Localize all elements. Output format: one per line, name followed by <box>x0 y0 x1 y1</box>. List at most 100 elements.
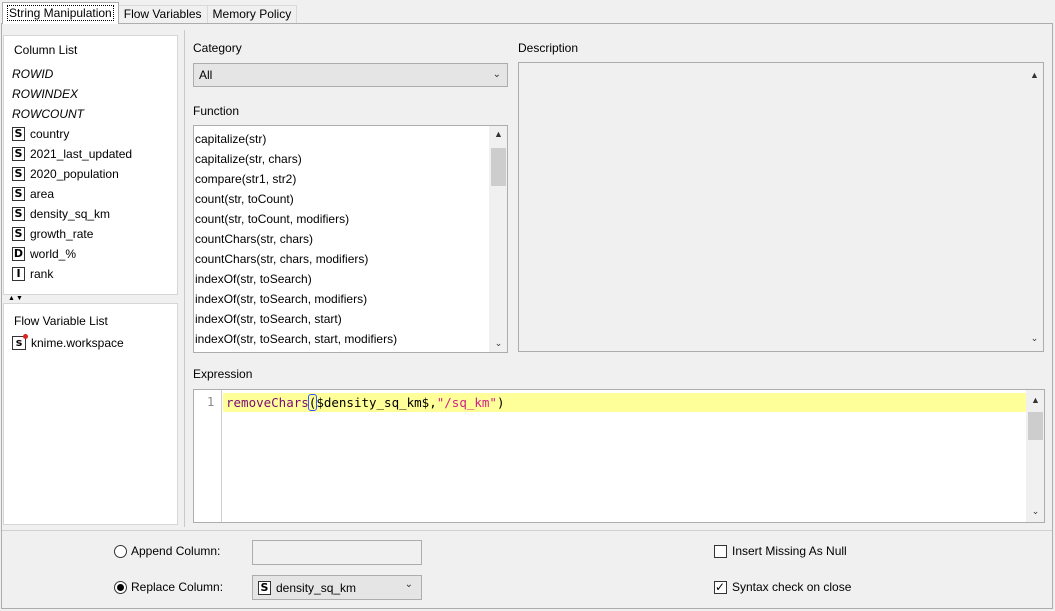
function-item[interactable]: indexOf(str, toSearch) <box>195 269 397 289</box>
append-column-option[interactable]: Append Column: <box>114 544 220 558</box>
code-function-name: removeChars <box>226 395 309 410</box>
column-item-rowindex[interactable]: ROWINDEX <box>12 84 132 104</box>
column-name: growth_rate <box>30 227 94 241</box>
syntax-check-label: Syntax check on close <box>732 580 852 594</box>
append-column-label: Append Column: <box>131 544 221 558</box>
integer-type-icon: I <box>12 267 25 281</box>
string-type-icon: S <box>12 127 25 141</box>
category-select[interactable]: All ⌄ <box>193 63 508 87</box>
replace-column-value: density_sq_km <box>276 580 357 595</box>
function-item[interactable]: indexOf(str, toSearch, start, modifiers) <box>195 329 397 349</box>
string-type-icon: S <box>12 207 25 221</box>
code-comma: , <box>429 395 437 410</box>
scroll-down-icon[interactable]: ⌄ <box>1027 503 1044 520</box>
syntax-check-option[interactable]: Syntax check on close <box>714 579 852 595</box>
bottom-separator <box>2 530 1052 531</box>
column-item[interactable]: Sdensity_sq_km <box>12 204 132 224</box>
column-name: rank <box>30 267 54 281</box>
scroll-up-icon[interactable]: ▲ <box>1027 392 1044 409</box>
append-column-input[interactable] <box>252 540 422 565</box>
string-type-icon: S <box>12 227 25 241</box>
column-name: area <box>30 187 55 201</box>
replace-column-select[interactable]: S density_sq_km ⌄ <box>252 575 422 600</box>
function-item[interactable]: countChars(str, chars) <box>195 229 397 249</box>
double-type-icon: D <box>12 247 25 261</box>
category-label: Category <box>193 41 242 55</box>
column-name: country <box>30 127 70 141</box>
replace-column-radio[interactable] <box>114 580 127 594</box>
column-list-title: Column List <box>14 43 78 57</box>
line-number: 1 <box>207 395 215 409</box>
scrollbar-thumb[interactable] <box>491 148 506 186</box>
column-item[interactable]: Irank <box>12 264 132 284</box>
function-list-scrollbar[interactable]: ▲ ⌄ <box>489 126 507 352</box>
replace-column-option[interactable]: Replace Column: <box>114 580 223 594</box>
append-column-radio[interactable] <box>114 544 127 558</box>
string-type-icon: S <box>258 580 271 595</box>
description-label: Description <box>518 41 579 55</box>
function-item[interactable]: indexOf(str, toSearch, modifiers) <box>195 289 397 309</box>
code-close-paren: ) <box>496 395 505 410</box>
column-item[interactable]: S 2021_last_updated <box>12 144 132 164</box>
insert-missing-label: Insert Missing As Null <box>732 544 847 558</box>
list-splitter[interactable]: ▲ ▼ <box>3 295 178 303</box>
function-item[interactable]: countChars(str, chars, modifiers) <box>195 249 397 269</box>
scroll-down-icon[interactable]: ⌄ <box>1026 330 1043 347</box>
column-item-rowcount[interactable]: ROWCOUNT <box>12 104 132 124</box>
scroll-down-icon[interactable]: ⌄ <box>490 335 507 352</box>
column-name: density_sq_km <box>30 207 111 221</box>
tab-bar: String Manipulation Flow Variables Memor… <box>2 2 298 24</box>
flow-variable-string-icon: s <box>12 334 28 350</box>
string-type-icon: S <box>12 147 25 161</box>
line-number-gutter: 1 <box>194 390 222 522</box>
scrollbar-thumb[interactable] <box>1028 412 1043 440</box>
tab-string-manipulation[interactable]: String Manipulation <box>2 2 119 24</box>
function-item[interactable]: capitalize(str) <box>195 129 397 149</box>
replace-column-label: Replace Column: <box>131 580 224 594</box>
function-item[interactable]: count(str, toCount, modifiers) <box>195 209 397 229</box>
function-list[interactable]: capitalize(str) capitalize(str, chars) c… <box>193 125 508 353</box>
category-selected-value: All <box>199 68 213 82</box>
flow-variable-list-panel: Flow Variable List s knime.workspace <box>3 303 178 525</box>
column-item[interactable]: Sarea <box>12 184 132 204</box>
splitter-up-arrow-icon[interactable]: ▲ <box>8 295 15 302</box>
flow-variable-item[interactable]: s knime.workspace <box>12 334 124 350</box>
column-item[interactable]: Scountry <box>12 124 132 144</box>
expression-label: Expression <box>193 367 253 381</box>
expression-scrollbar[interactable]: ▲ ⌄ <box>1026 390 1044 522</box>
string-type-icon: S <box>12 187 25 201</box>
column-item[interactable]: S 2020_population <box>12 164 132 184</box>
function-item[interactable]: compare(str1, str2) <box>195 169 397 189</box>
scroll-up-icon[interactable]: ▲ <box>1026 67 1043 84</box>
chevron-down-icon: ⌄ <box>404 579 413 590</box>
syntax-check-checkbox[interactable] <box>714 579 727 595</box>
vertical-divider[interactable] <box>184 30 185 527</box>
flow-variable-name: knime.workspace <box>31 336 124 350</box>
string-type-icon: S <box>12 167 25 181</box>
chevron-down-icon: ⌄ <box>492 69 501 80</box>
column-name: 2021_last_updated <box>30 147 133 161</box>
column-list-panel: Column List ROWID ROWINDEX ROWCOUNT Scou… <box>3 35 178 295</box>
scroll-up-icon[interactable]: ▲ <box>490 126 507 143</box>
description-area: ▲ ⌄ <box>518 62 1044 352</box>
splitter-down-arrow-icon[interactable]: ▼ <box>16 295 23 302</box>
tab-memory-policy[interactable]: Memory Policy <box>206 5 298 24</box>
function-item[interactable]: indexOf(str, toSearch, start) <box>195 309 397 329</box>
insert-missing-option[interactable]: Insert Missing As Null <box>714 544 847 558</box>
expression-editor[interactable]: 1 removeChars($density_sq_km$,"/sq_km") … <box>193 389 1045 523</box>
code-column-reference: $density_sq_km$ <box>316 395 430 410</box>
function-label: Function <box>193 104 240 118</box>
flow-variable-list-title: Flow Variable List <box>14 314 108 328</box>
tab-label: String Manipulation <box>7 5 114 21</box>
tab-flow-variables[interactable]: Flow Variables <box>117 5 208 24</box>
column-item[interactable]: Dworld_% <box>12 244 132 264</box>
column-name: world_% <box>30 247 77 261</box>
function-item[interactable]: count(str, toCount) <box>195 189 397 209</box>
column-item-rowid[interactable]: ROWID <box>12 64 132 84</box>
description-scrollbar[interactable]: ▲ ⌄ <box>1025 63 1043 351</box>
expression-code-line[interactable]: removeChars($density_sq_km$,"/sq_km") <box>223 393 1026 412</box>
insert-missing-checkbox[interactable] <box>714 544 727 558</box>
column-name: 2020_population <box>30 167 119 181</box>
column-item[interactable]: Sgrowth_rate <box>12 224 132 244</box>
function-item[interactable]: capitalize(str, chars) <box>195 149 397 169</box>
